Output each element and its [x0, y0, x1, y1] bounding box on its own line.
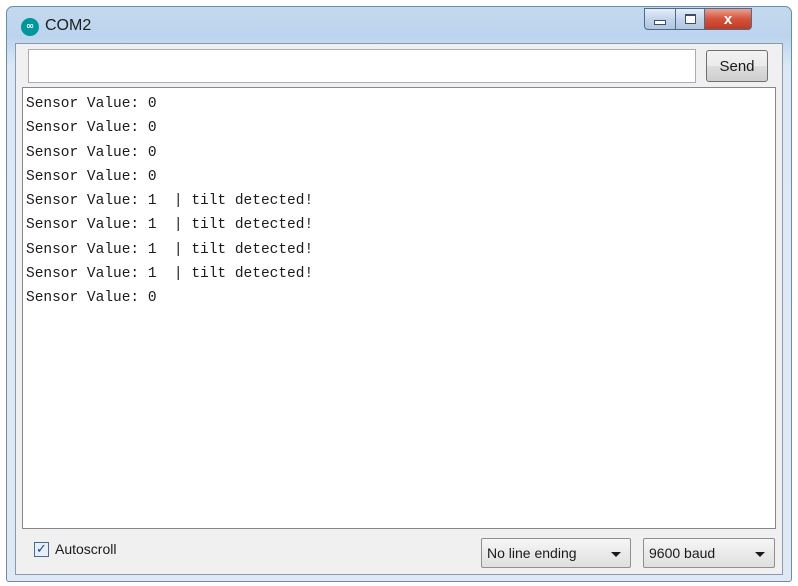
maximize-icon	[684, 14, 696, 24]
maximize-button[interactable]	[675, 8, 705, 30]
chevron-down-icon	[611, 552, 621, 557]
window-title: COM2	[45, 17, 92, 34]
autoscroll-label: Autoscroll	[55, 541, 117, 557]
baud-rate-value: 9600 baud	[649, 545, 716, 561]
output-line: Sensor Value: 0	[26, 120, 157, 137]
output-line: Sensor Value: 0	[26, 144, 157, 161]
baud-rate-select[interactable]: 9600 baud	[643, 538, 775, 568]
output-line: Sensor Value: 0	[26, 96, 157, 112]
output-line: Sensor Value: 1 | tilt detected!	[26, 217, 314, 234]
send-button[interactable]: Send	[706, 50, 768, 82]
chevron-down-icon	[755, 552, 765, 557]
send-input[interactable]	[28, 49, 696, 83]
output-line: Sensor Value: 1 | tilt detected!	[26, 193, 314, 210]
minimize-button[interactable]	[644, 8, 676, 30]
serial-monitor-client: Send Sensor Value: 0 Sensor Value: 0 Senso…	[15, 43, 783, 575]
footer-bar: ✓ Autoscroll No line ending 9600 baud	[16, 530, 782, 574]
minimize-icon	[654, 19, 666, 25]
serial-monitor-window: ∞ COM2 x Send Sensor Value: 0 Sensor Valu…	[6, 6, 792, 582]
output-line: Sensor Value: 0	[26, 290, 157, 307]
title-bar[interactable]: ∞ COM2 x	[7, 7, 791, 43]
line-ending-select[interactable]: No line ending	[481, 538, 631, 568]
output-line: Sensor Value: 1 | tilt detected!	[26, 266, 314, 283]
close-icon: x	[723, 10, 733, 28]
autoscroll-checkbox[interactable]: ✓ Autoscroll	[34, 541, 116, 557]
arduino-logo-icon: ∞	[21, 18, 39, 36]
close-button[interactable]: x	[704, 8, 752, 30]
output-line: Sensor Value: 0	[26, 168, 157, 185]
output-line: Sensor Value: 1 | tilt detected!	[26, 241, 314, 258]
serial-output-area[interactable]: Sensor Value: 0 Sensor Value: 0 Sensor Val…	[22, 87, 776, 529]
checkbox-check-icon: ✓	[34, 541, 49, 557]
line-ending-value: No line ending	[487, 545, 577, 561]
